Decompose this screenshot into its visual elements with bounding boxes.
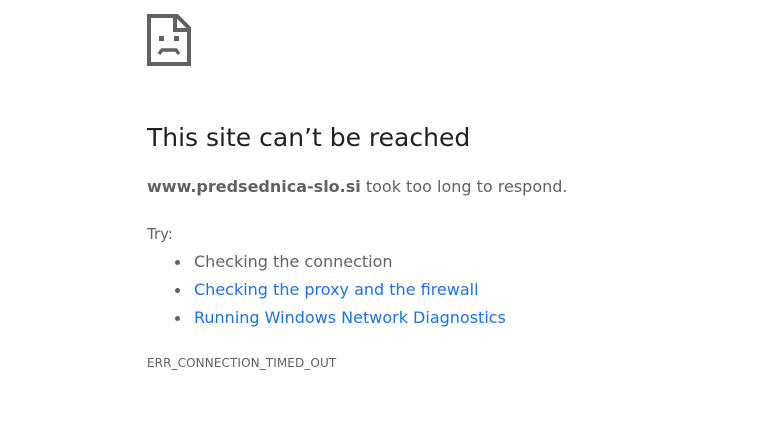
- suggestion-check-proxy-firewall: Checking the proxy and the firewall: [173, 277, 506, 305]
- try-label: Try:: [147, 225, 173, 243]
- suggestions-list: Checking the connection Checking the pro…: [173, 249, 506, 333]
- site-domain: www.predsednica-slo.si: [147, 177, 361, 196]
- suggestion-label: Checking the connection: [194, 252, 393, 271]
- error-code: ERR_CONNECTION_TIMED_OUT: [147, 356, 337, 370]
- error-message: www.predsednica-slo.si took too long to …: [147, 176, 568, 198]
- error-page: This site can’t be reached www.predsedni…: [0, 0, 768, 432]
- suggestion-check-connection: Checking the connection: [173, 249, 506, 277]
- suggestion-network-diagnostics: Running Windows Network Diagnostics: [173, 305, 506, 333]
- bullet-icon: [175, 316, 180, 321]
- error-message-text: took too long to respond.: [360, 177, 568, 196]
- error-title: This site can’t be reached: [147, 123, 471, 152]
- sad-page-icon: [147, 14, 191, 66]
- proxy-firewall-link[interactable]: Checking the proxy and the firewall: [194, 280, 479, 299]
- bullet-icon: [175, 260, 180, 265]
- network-diagnostics-link[interactable]: Running Windows Network Diagnostics: [194, 308, 506, 327]
- bullet-icon: [175, 288, 180, 293]
